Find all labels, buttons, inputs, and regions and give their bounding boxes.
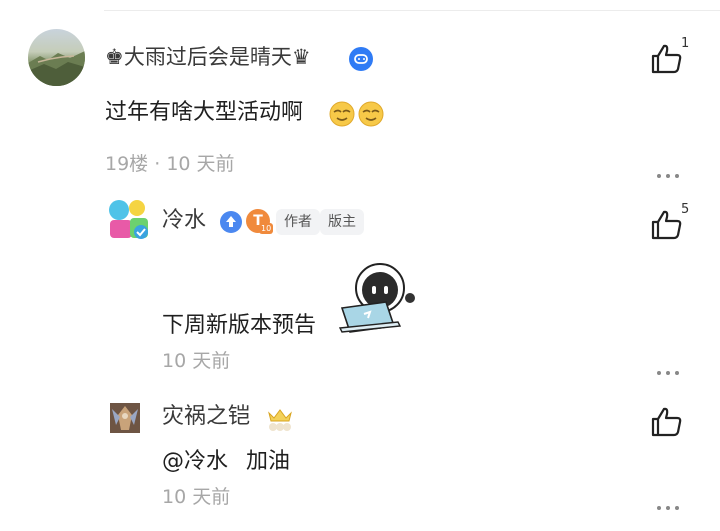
comment-text: 过年有啥大型活动啊	[105, 100, 304, 125]
avatar[interactable]	[28, 29, 85, 86]
username[interactable]: 冷水	[162, 210, 206, 232]
comment-meta: 19楼 · 10 天前	[105, 155, 235, 174]
more-options-icon[interactable]	[656, 361, 680, 375]
gamepad-badge-icon	[349, 47, 373, 71]
mention-link[interactable]: @冷水	[162, 451, 228, 473]
timestamp: 10 天前	[166, 153, 235, 175]
top-divider	[104, 10, 720, 11]
more-options-icon[interactable]	[656, 496, 680, 510]
meta-separator: ·	[148, 153, 167, 175]
level-up-badge-icon	[220, 211, 242, 233]
timestamp: 10 天前	[162, 486, 231, 508]
comment-text: 下周新版本预告	[162, 313, 317, 338]
like-button[interactable]	[650, 43, 684, 75]
more-options-icon[interactable]	[656, 164, 680, 178]
floor-number: 19楼	[105, 153, 149, 175]
username[interactable]: ♚大雨过后会是晴天♛	[105, 47, 311, 68]
like-button[interactable]	[650, 406, 684, 438]
avatar[interactable]	[104, 196, 154, 246]
smiling-sunglasses-emoji-icon	[358, 101, 384, 127]
crown-badge-icon	[266, 407, 294, 437]
like-count: 1	[681, 36, 690, 51]
timestamp: 10 天前	[162, 350, 231, 372]
like-button[interactable]	[650, 209, 684, 241]
moderator-tag: 版主	[320, 209, 364, 235]
username[interactable]: 灾祸之铠	[162, 406, 250, 428]
level-number: 10	[259, 223, 274, 234]
like-count: 5	[681, 202, 690, 217]
avatar[interactable]	[110, 403, 140, 433]
robot-laptop-sticker-icon	[338, 262, 422, 334]
author-tag: 作者	[276, 209, 320, 235]
comment-text: 加油	[246, 449, 291, 474]
smiling-sunglasses-emoji-icon	[329, 101, 355, 127]
